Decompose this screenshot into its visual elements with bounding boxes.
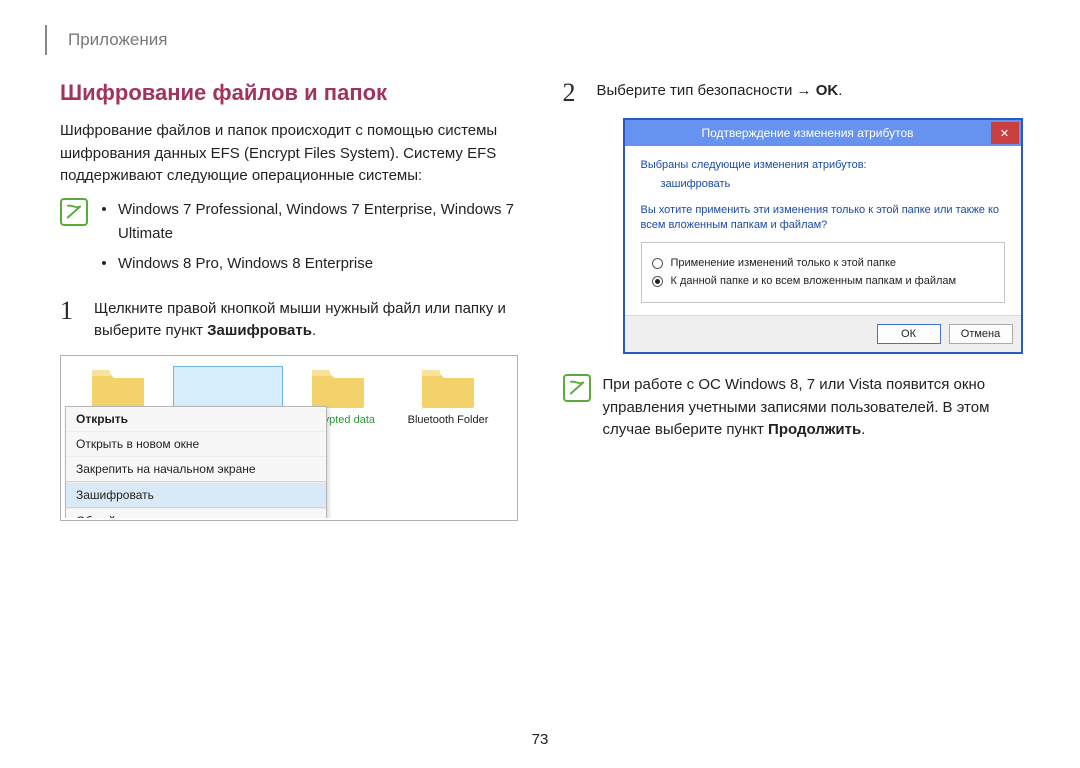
step1-bold: Зашифровать [207,322,312,339]
right-column: 2 Выберите тип безопасности → OK. Подтве… [563,80,1021,521]
step-number: 2 [563,80,583,106]
ctx-item-pin[interactable]: Закрепить на начальном экране [66,456,326,481]
radio-option-recursive[interactable]: К данной папке и ко всем вложенным папка… [652,274,994,289]
supported-os-note: •Windows 7 Professional, Windows 7 Enter… [60,198,518,282]
uac-note: При работе с ОС Windows 8, 7 или Vista п… [563,374,1021,442]
dialog-line1: Выбраны следующие изменения атрибутов: [641,158,1005,173]
context-menu: Открыть Открыть в новом окне Закрепить н… [65,406,327,518]
screenshot-1-frame: Encrypted data Bluetooth Folder Открыть … [60,355,518,521]
ctx-item-open-new[interactable]: Открыть в новом окне [66,431,326,456]
dialog-line2: зашифровать [661,177,1005,192]
dialog-screenshot: Подтверждение изменения атрибутов ✕ Выбр… [623,118,1023,354]
dialog-title: Подтверждение изменения атрибутов [625,126,991,140]
section-title: Шифрование файлов и папок [60,80,518,106]
radio-group: Применение изменений только к этой папке… [641,242,1005,304]
note2-bold: Продолжить [768,421,861,438]
step2-text-a: Выберите тип безопасности [597,82,797,99]
ctx-item-encrypt[interactable]: Зашифровать [66,482,326,507]
step1-text-b: . [312,322,316,339]
radio-icon [652,258,663,269]
bullet-text: Windows 7 Professional, Windows 7 Enterp… [118,198,518,246]
radio-label: К данной папке и ко всем вложенным папка… [671,274,957,289]
ctx-item-open[interactable]: Открыть [66,407,326,431]
step-number: 1 [60,298,80,343]
folder-icon [310,366,366,410]
bullet-text: Windows 8 Pro, Windows 8 Enterprise [118,252,373,276]
dialog-line3: Вы хотите применить эти изменения только… [641,203,1005,234]
cancel-button[interactable]: Отмена [949,324,1013,344]
intro-paragraph: Шифрование файлов и папок происходит с п… [60,120,518,188]
note2-text-b: . [861,421,865,438]
folder-item[interactable]: Bluetooth Folder [393,366,503,426]
note-icon [60,198,88,226]
folder-label: Bluetooth Folder [408,414,489,426]
arrow-icon: → [797,82,812,99]
left-column: Шифрование файлов и папок Шифрование фай… [60,80,518,521]
ctx-item-share[interactable]: Общий доступ [66,508,326,518]
page-corner-rule [45,25,51,55]
folder-icon [90,366,146,410]
close-icon[interactable]: ✕ [991,122,1019,144]
page-number: 73 [60,731,1020,748]
radio-label: Применение изменений только к этой папке [671,256,897,271]
breadcrumb: Приложения [68,30,1020,50]
bullet-dot: • [100,252,108,276]
step-2: 2 Выберите тип безопасности → OK. [563,80,1021,106]
folder-icon [420,366,476,410]
radio-icon [652,276,663,287]
ok-button[interactable]: ОК [877,324,941,344]
note-icon [563,374,591,402]
step-1: 1 Щелкните правой кнопкой мыши нужный фа… [60,298,518,343]
bullet-dot: • [100,198,108,246]
dialog-titlebar: Подтверждение изменения атрибутов ✕ [625,120,1021,146]
step2-bold: OK [812,82,839,99]
radio-option-folder-only[interactable]: Применение изменений только к этой папке [652,256,994,271]
step2-text-b: . [838,82,842,99]
